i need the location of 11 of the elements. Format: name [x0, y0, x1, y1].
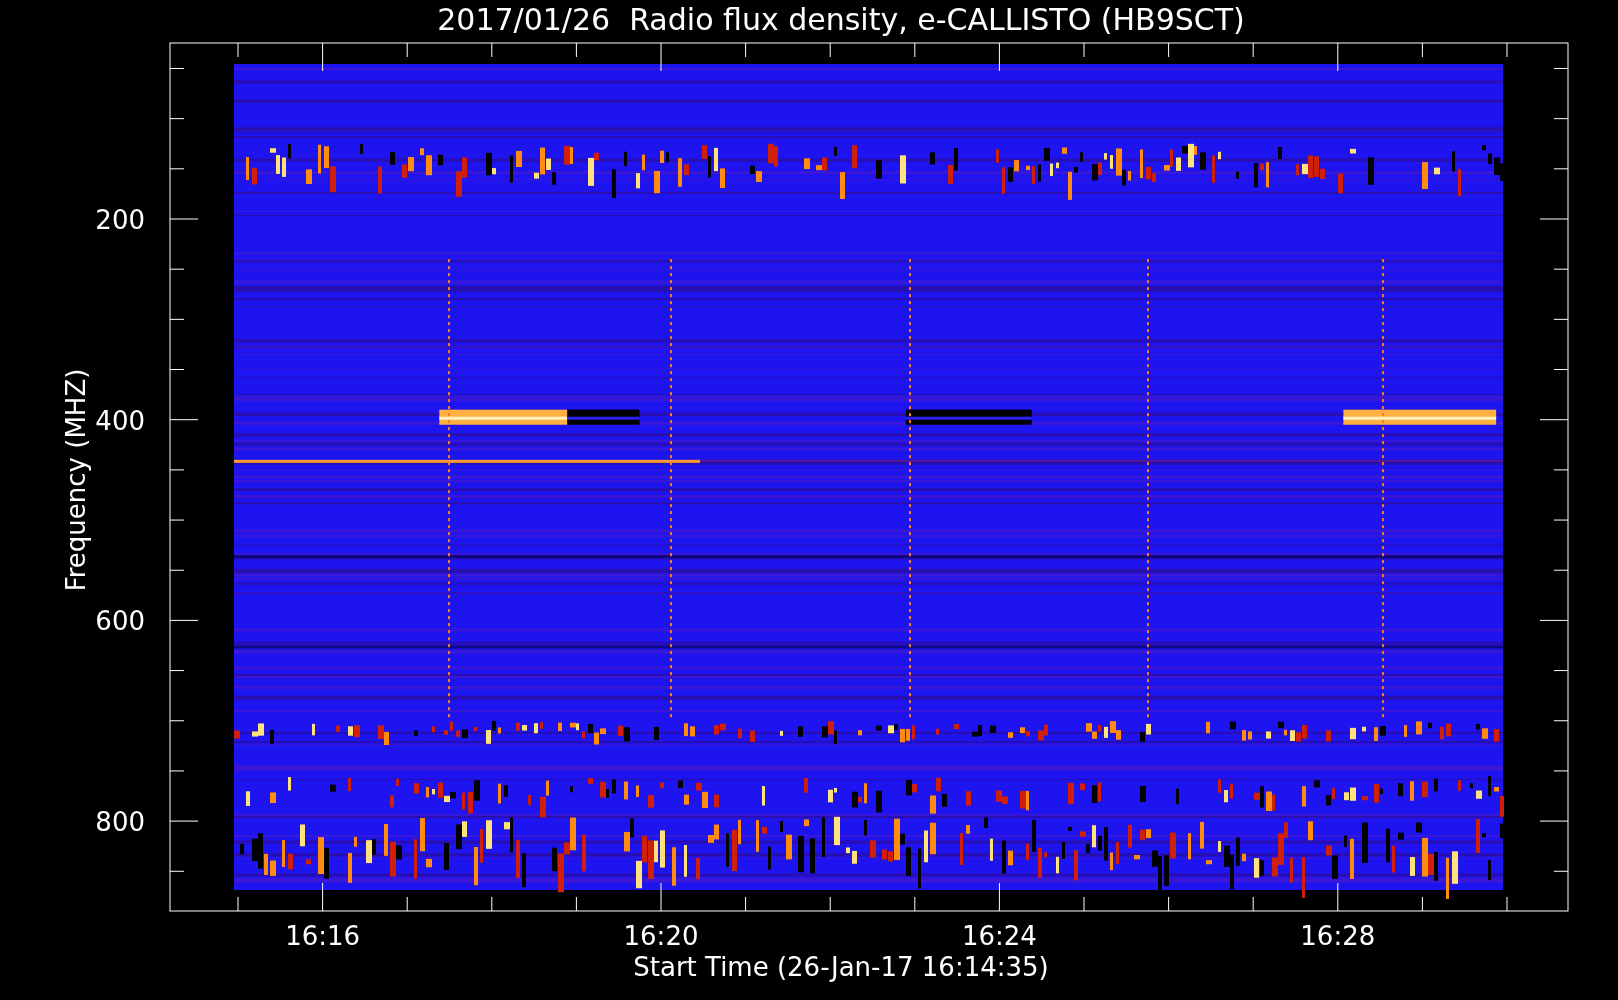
axis-tick-label: 16:20: [623, 921, 699, 951]
axis-tick-label: 16:24: [961, 921, 1037, 951]
axis-tick-label: 200: [95, 205, 145, 235]
axis-title: Start Time (26-Jan-17 16:14:35): [633, 952, 1049, 982]
axis-tick-label: 800: [95, 807, 145, 838]
axis-tick-label: 16:16: [285, 921, 361, 951]
axis-tick-label: 600: [95, 606, 145, 637]
axis-title: Frequency (MHZ): [61, 368, 91, 592]
axis-tick-label: 16:28: [1300, 921, 1376, 951]
chart-title: 2017/01/26 Radio flux density, e-CALLISTO (HB9SCT): [437, 2, 1245, 37]
axis-tick-label: 400: [95, 405, 145, 436]
